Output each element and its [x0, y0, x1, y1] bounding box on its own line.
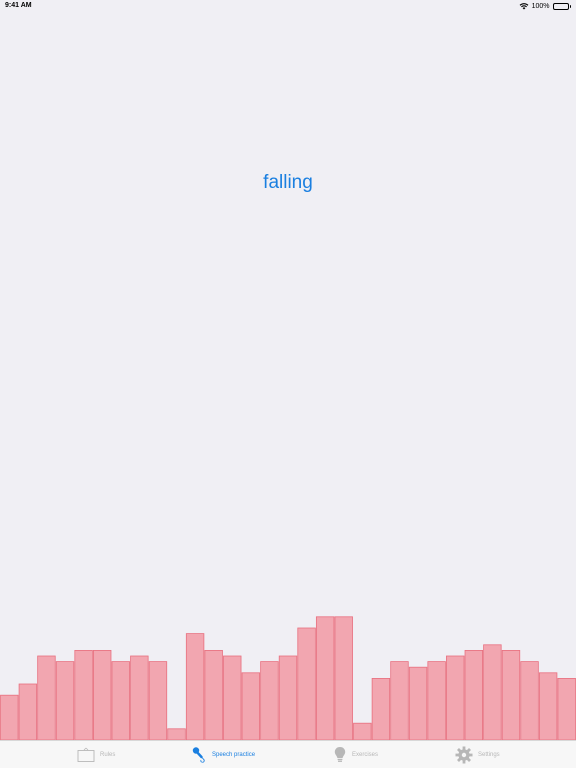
- level-bar: [111, 661, 130, 740]
- level-bar: [464, 650, 483, 740]
- level-bar: [130, 655, 149, 740]
- level-bar: [260, 661, 279, 740]
- level-bar: [185, 633, 205, 740]
- level-bar: [0, 694, 19, 740]
- wifi-icon: [519, 2, 529, 10]
- lightbulb-icon: [333, 746, 347, 764]
- level-bar: [93, 650, 112, 740]
- level-bar: [148, 661, 168, 740]
- tab-settings[interactable]: Settings: [455, 745, 500, 765]
- level-bar: [483, 644, 502, 740]
- level-bar: [427, 661, 446, 740]
- level-bar: [223, 655, 242, 740]
- level-bar: [204, 650, 223, 740]
- level-bar: [37, 655, 56, 740]
- battery-icon: [552, 2, 571, 10]
- level-bar: [278, 655, 298, 740]
- status-bar: 9:41 AM 100%: [0, 0, 576, 12]
- tab-rules[interactable]: Rules: [77, 745, 115, 765]
- tab-exercises-label: Exercises: [352, 752, 379, 758]
- tab-speech-practice[interactable]: Speech practice: [191, 745, 255, 765]
- level-bar: [297, 627, 316, 740]
- level-bar: [538, 672, 558, 740]
- practice-word: falling: [263, 172, 313, 193]
- tab-settings-label: Settings: [478, 752, 500, 758]
- audio-level-bars: [0, 600, 576, 740]
- status-right: 100%: [519, 2, 571, 10]
- level-bar: [74, 650, 93, 740]
- level-bar: [315, 616, 335, 740]
- level-bar: [241, 672, 261, 740]
- gear-icon: [455, 746, 473, 764]
- level-bar: [167, 728, 186, 740]
- level-bar: [353, 722, 372, 740]
- board-icon: [77, 747, 95, 763]
- battery-percent: 100%: [531, 2, 550, 10]
- level-bar: [501, 650, 521, 740]
- level-bar: [334, 616, 353, 740]
- level-bar: [371, 678, 391, 740]
- level-bar: [520, 661, 539, 740]
- level-bar: [557, 678, 576, 740]
- level-bar: [55, 661, 75, 740]
- status-time: 9:41 AM: [5, 2, 32, 9]
- tab-bar: Rules Speech practice Exercises Settings: [0, 740, 576, 768]
- level-bar: [18, 683, 38, 740]
- tab-rules-label: Rules: [100, 752, 116, 758]
- tab-speech-practice-label: Speech practice: [212, 752, 256, 758]
- level-bar: [446, 655, 465, 740]
- level-bar: [390, 661, 409, 740]
- level-bar: [408, 666, 428, 740]
- microphone-icon: [191, 746, 207, 764]
- tab-exercises[interactable]: Exercises: [333, 745, 378, 765]
- speech-practice-screen: 9:41 AM 100% falling Rules Speech practi…: [0, 0, 576, 768]
